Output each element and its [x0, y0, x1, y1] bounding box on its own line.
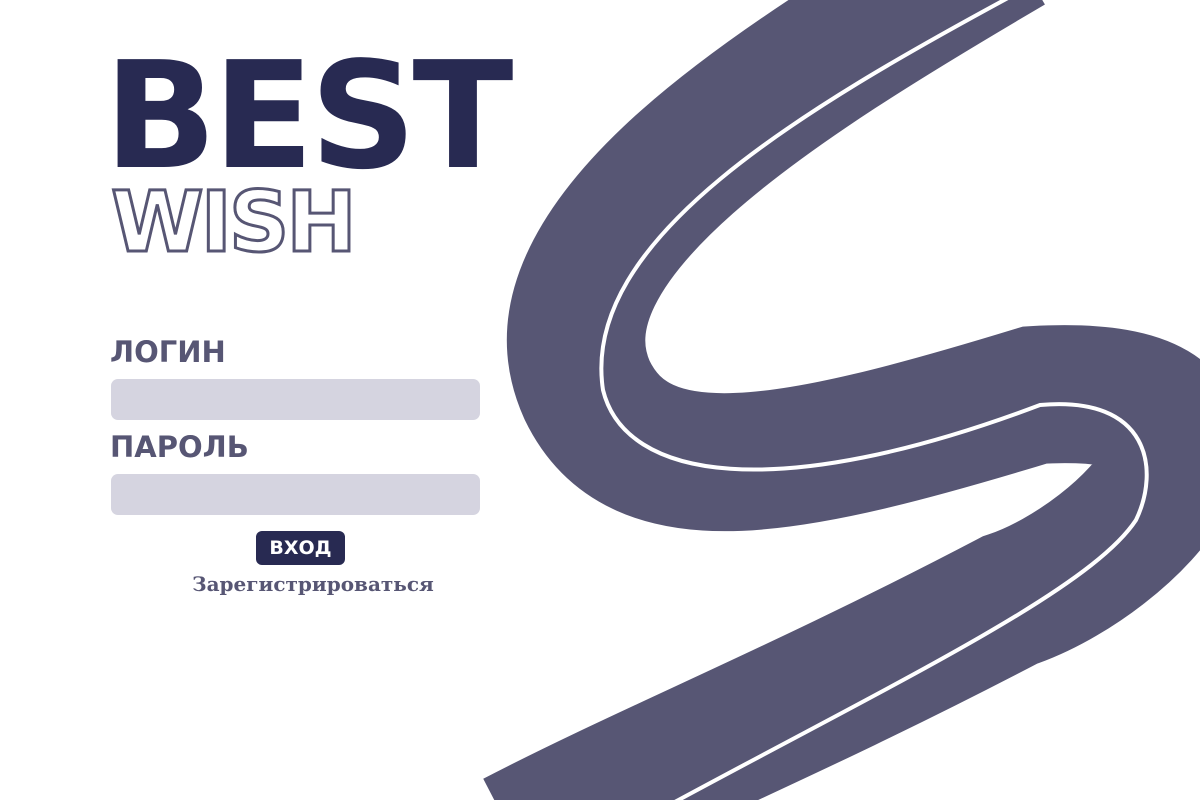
s-ribbon-band [483, 0, 1200, 800]
logo-best: BEST [104, 30, 513, 202]
login-label: ЛОГИН [110, 335, 226, 369]
login-input[interactable] [111, 379, 480, 420]
password-input[interactable] [111, 474, 480, 515]
login-button[interactable]: ВХОД [256, 531, 345, 565]
logo-wish: WISH [110, 173, 359, 271]
login-page: BEST WISH ЛОГИН ПАРОЛЬ ВХОД Зарегистриро… [0, 0, 1200, 800]
register-link[interactable]: Зарегистрироваться [160, 572, 466, 596]
password-label: ПАРОЛЬ [110, 430, 249, 464]
